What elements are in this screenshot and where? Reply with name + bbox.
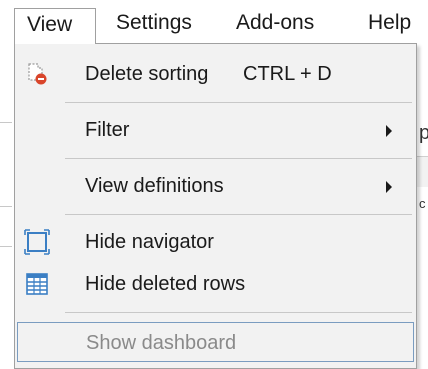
menu-separator bbox=[65, 312, 412, 313]
submenu-arrow-icon bbox=[386, 181, 392, 193]
menu-item-label: Show dashboard bbox=[86, 332, 237, 354]
menu-item-shortcut: CTRL + D bbox=[243, 63, 332, 85]
menu-view[interactable]: View bbox=[14, 8, 96, 44]
screen: p c View Settings Add-ons Help Delete so… bbox=[0, 0, 428, 369]
menu-separator bbox=[65, 158, 412, 159]
background-text-fragment: c bbox=[419, 196, 426, 211]
menu-item-label: Filter bbox=[85, 119, 130, 141]
menu-help[interactable]: Help bbox=[368, 10, 411, 36]
view-menu-dropdown: Delete sorting CTRL + D Filter View defi… bbox=[14, 43, 417, 369]
background-panel bbox=[417, 156, 428, 187]
menu-item-show-dashboard[interactable]: Show dashboard bbox=[17, 322, 414, 362]
menu-add-ons[interactable]: Add-ons bbox=[236, 10, 314, 36]
navigator-frame-icon bbox=[23, 228, 51, 256]
background-divider bbox=[0, 206, 12, 207]
menu-item-label: View definitions bbox=[85, 175, 224, 197]
menu-separator bbox=[65, 214, 412, 215]
background-divider bbox=[0, 246, 12, 247]
submenu-arrow-icon bbox=[386, 125, 392, 137]
menu-settings[interactable]: Settings bbox=[116, 10, 192, 36]
menu-item-hide-navigator[interactable]: Hide navigator bbox=[17, 222, 414, 262]
menu-item-view-definitions[interactable]: View definitions bbox=[17, 166, 414, 206]
background-divider bbox=[0, 122, 12, 123]
menu-item-delete-sorting[interactable]: Delete sorting CTRL + D bbox=[17, 54, 414, 94]
delete-sorting-icon bbox=[23, 60, 51, 88]
menu-item-label: Hide deleted rows bbox=[85, 273, 246, 295]
menu-bar: View Settings Add-ons Help bbox=[0, 0, 428, 44]
menu-item-hide-deleted-rows[interactable]: Hide deleted rows bbox=[17, 264, 414, 304]
table-rows-icon bbox=[23, 270, 51, 298]
background-text-fragment: p bbox=[419, 122, 428, 144]
menu-item-label: Hide navigator bbox=[85, 231, 214, 253]
menu-item-label: Delete sorting bbox=[85, 63, 209, 85]
menu-item-filter[interactable]: Filter bbox=[17, 110, 414, 150]
menu-separator bbox=[65, 102, 412, 103]
